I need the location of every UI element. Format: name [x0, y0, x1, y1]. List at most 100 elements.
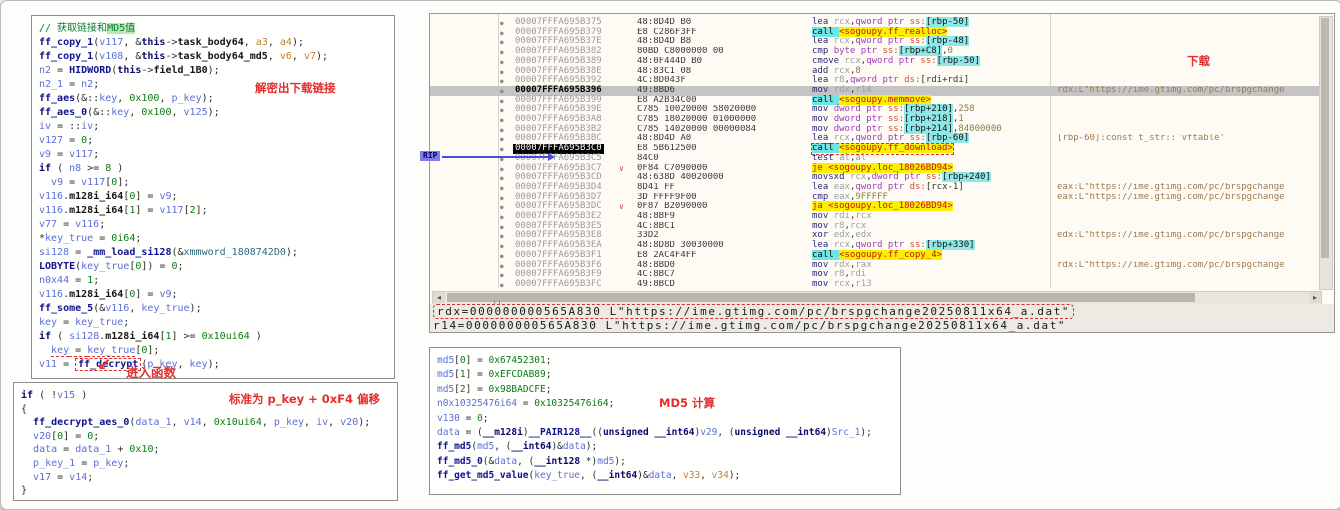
code-token: [rbp-48]: [926, 36, 969, 46]
code-token: ,: [268, 37, 280, 48]
code-token: ,: [672, 470, 683, 481]
code-token: );: [208, 65, 220, 76]
code-token: , (: [580, 470, 597, 481]
code-token: , &: [123, 51, 141, 62]
instruction-bytes: 0F87 B2090000: [637, 202, 809, 212]
code-line: iv = ::iv;: [39, 120, 387, 134]
code-token: v11: [39, 359, 57, 370]
code-token: ss:: [910, 17, 926, 27]
code-token: v116: [105, 303, 129, 314]
code-line: }: [21, 484, 390, 498]
code-line: ff_decrypt_aes_0(data_1, v14, 0x10ui64, …: [21, 416, 390, 430]
disasm-row[interactable]: ●00007FFFA695B3FC49:8BCDmov rcx,r13: [430, 280, 1320, 290]
code-token: rax: [855, 260, 871, 270]
code-token: );: [190, 303, 202, 314]
code-token: )&: [637, 470, 648, 481]
instruction-bytes: E8 C286F3FF: [637, 28, 809, 38]
code-token: data: [649, 470, 672, 481]
instruction-bytes: 4C:8D043F: [637, 76, 809, 86]
disasm-horizontal-scrollbar[interactable]: ◂ ▸: [432, 291, 1322, 305]
code-token: [rcx-1]: [926, 182, 964, 192]
instruction-comment: eax:L"https://ime.gtimg.com/pc/brspgchan…: [1057, 183, 1319, 193]
code-token: add: [812, 66, 834, 76]
code-token: xmmword_1808742D0: [184, 247, 286, 258]
code-token: ;: [172, 289, 178, 300]
code-token: [rbp-50]: [926, 17, 969, 27]
code-token: if: [39, 331, 51, 342]
scroll-right-arrow-icon[interactable]: ▸: [1309, 292, 1321, 303]
code-token: v108: [99, 51, 123, 62]
code-token: qword ptr: [855, 240, 909, 250]
code-token: m128i_i64: [69, 205, 123, 216]
code-token: m128i_i64: [69, 191, 123, 202]
code-token: ff_copy_1: [39, 37, 93, 48]
code-token: v116: [39, 289, 63, 300]
code-token: lea: [812, 36, 834, 46]
code-token: test: [812, 153, 839, 163]
code-token: mov: [812, 124, 834, 134]
code-token: __PAIR128__: [529, 427, 592, 438]
jump-direction-icon: ∨: [619, 202, 624, 212]
code-token: ];: [147, 345, 159, 356]
code-token: ss:: [910, 133, 926, 143]
code-token: ss:: [910, 240, 926, 250]
register-info-area: rdx=000000000565A830 L"https://ime.gtimg…: [430, 304, 1334, 332]
instruction-comment: edx:L"https://ime.gtimg.com/pc/brspgchan…: [1057, 231, 1319, 241]
code-token: je: [812, 163, 828, 173]
code-line: v116.m128i_i64[0] = v9;: [39, 288, 387, 302]
code-token: a4: [280, 37, 292, 48]
code-line: ff_copy_1(v108, &this->task_body64_md5, …: [39, 50, 387, 64]
code-token: =: [51, 65, 69, 76]
code-token: *): [580, 456, 597, 467]
code-token: // 获取链接和: [39, 23, 107, 34]
code-token: [39, 345, 51, 356]
code-token: ,: [159, 93, 171, 104]
disasm-vertical-scrollbar[interactable]: [1319, 16, 1333, 290]
code-token: r8: [834, 221, 845, 231]
scroll-left-arrow-icon[interactable]: ◂: [433, 292, 445, 303]
code-token: ;: [483, 413, 489, 424]
code-line: v116.m128i_i64[1] = v117[2];: [39, 204, 387, 218]
code-token: (&::: [75, 93, 99, 104]
code-token: md5: [477, 441, 494, 452]
code-token: ] =: [135, 191, 159, 202]
instruction-comment: rdx:L"https://ime.gtimg.com/pc/brspgchan…: [1057, 261, 1319, 271]
code-token: rcx: [834, 17, 850, 27]
horizontal-scrollbar-thumb[interactable]: [447, 293, 1195, 302]
code-token: ,: [700, 470, 711, 481]
code-token: v127: [39, 135, 63, 146]
code-token: ss:: [910, 36, 926, 46]
code-token: ff_get_md5_value: [437, 470, 529, 481]
instruction-comment: eax:L"https://ime.gtimg.com/pc/brspgchan…: [1057, 193, 1319, 203]
code-token: ;: [93, 121, 99, 132]
code-token: key: [111, 107, 129, 118]
code-token: ff_md5: [437, 441, 471, 452]
code-token: data: [563, 441, 586, 452]
code-line: ff_aes_0(&::key, 0x100, v125);: [39, 106, 387, 120]
code-token: ,: [177, 359, 189, 370]
code-token: =: [57, 444, 75, 455]
code-token: if: [39, 163, 51, 174]
code-token: =: [57, 317, 75, 328]
code-line: v17 = v14;: [21, 471, 390, 485]
instruction-bytes: 48:8BD0: [637, 261, 809, 271]
code-token: v20: [33, 431, 51, 442]
breakpoint-dot[interactable]: ●: [500, 281, 504, 291]
code-token: );: [358, 417, 370, 428]
code-token: 0x10: [129, 444, 153, 455]
code-token: ): [250, 331, 262, 342]
code-line: data = data_1 + 0x10;: [21, 443, 390, 457]
code-token: dword ptr: [872, 172, 926, 182]
code-token: ( !: [33, 390, 57, 401]
code-token: =: [63, 177, 81, 188]
code-token: ] =: [63, 431, 87, 442]
code-token: rdx: [834, 260, 850, 270]
code-line: ff_md5_0(&data, (__int128 *)md5);: [437, 455, 893, 469]
code-token: ds:: [904, 75, 920, 85]
code-token: md5: [597, 456, 614, 467]
vertical-scrollbar-thumb[interactable]: [1321, 18, 1329, 258]
code-token: mov: [812, 114, 834, 124]
code-token: unsigned __int64: [735, 427, 827, 438]
code-token: =: [69, 275, 87, 286]
code-token: =: [517, 398, 534, 409]
